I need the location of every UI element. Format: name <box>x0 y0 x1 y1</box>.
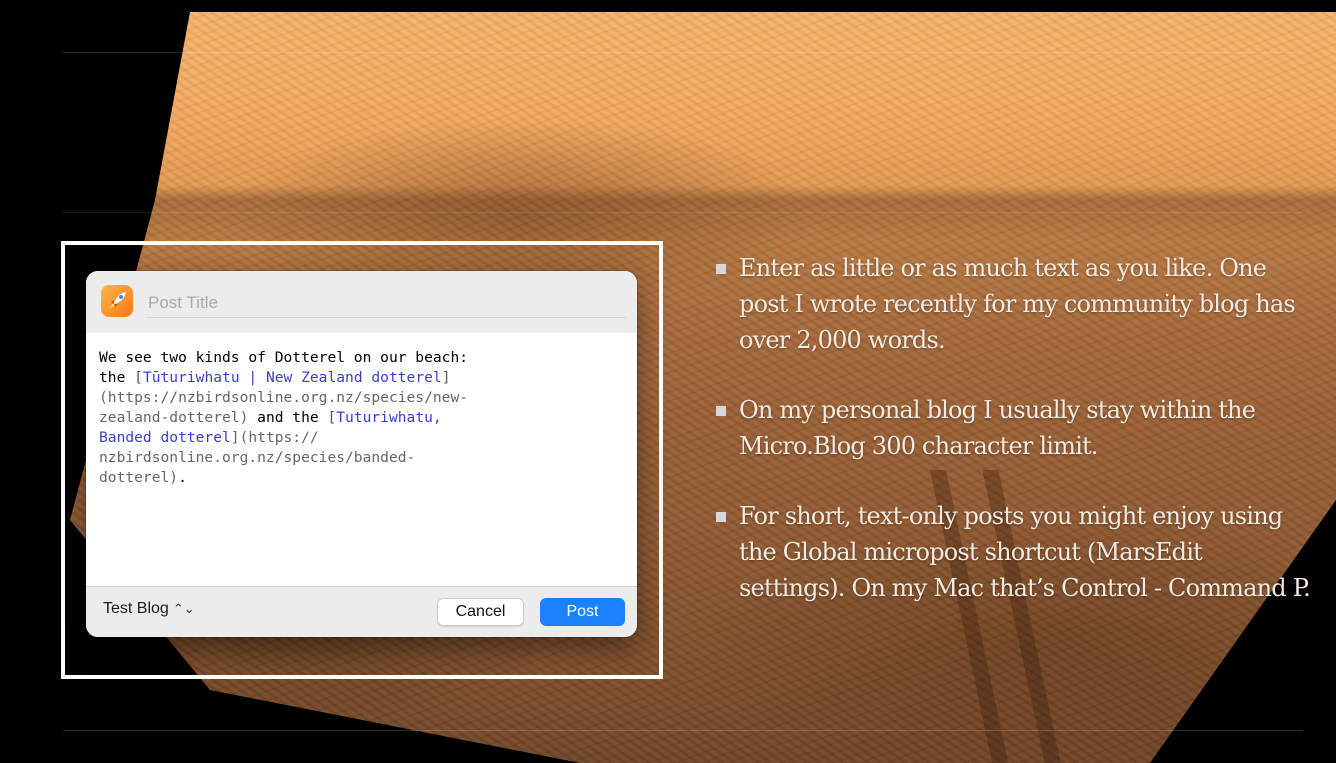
markdown-bracket: [ <box>134 369 143 386</box>
bullet-item: Enter as little or as much text as you l… <box>712 250 1312 358</box>
dialog-footer: Test Blog ⌃⌄ Cancel Post <box>86 586 637 637</box>
slide: We see two kinds of Dotterel on our beac… <box>0 0 1336 763</box>
bullet-item: For short, text-only posts you might enj… <box>712 498 1312 606</box>
bullet-item: On my personal blog I usually stay withi… <box>712 392 1312 464</box>
body-text: We see two kinds of Dotterel on our beac… <box>99 349 469 366</box>
dialog-header <box>86 271 637 333</box>
post-body-editor[interactable]: We see two kinds of Dotterel on our beac… <box>99 348 624 578</box>
link-url: dotterel) <box>99 469 179 486</box>
link-url: (https://nzbirdsonline.org.nz/species/ne… <box>99 389 469 406</box>
post-title-input[interactable] <box>146 289 626 318</box>
link-text: Tuturiwhatu, <box>336 409 442 426</box>
body-text: . <box>178 469 187 486</box>
rocket-icon <box>101 285 133 317</box>
markdown-bracket: [ <box>327 409 337 426</box>
link-url: ](https:// <box>230 429 319 446</box>
link-url: nzbirdsonline.org.nz/species/banded- <box>99 449 416 466</box>
top-divider <box>63 52 1303 53</box>
blog-selector[interactable]: Test Blog ⌃⌄ <box>103 600 195 618</box>
bottom-divider <box>63 730 1303 731</box>
bullet-list: Enter as little or as much text as you l… <box>712 250 1312 640</box>
link-text: Banded dotterel <box>99 429 231 446</box>
square-bullet-icon <box>716 406 726 416</box>
link-text: Tūturiwhatu | New Zealand dotterel <box>142 369 442 386</box>
horizon-divider <box>63 212 1303 213</box>
body-text: and the <box>248 409 328 426</box>
blog-selector-label: Test Blog <box>103 600 169 617</box>
cancel-button[interactable]: Cancel <box>437 598 524 626</box>
link-url: zealand-dotterel) <box>99 409 249 426</box>
post-button[interactable]: Post <box>540 598 625 626</box>
square-bullet-icon <box>716 264 726 274</box>
markdown-bracket: ] <box>441 369 451 386</box>
bullet-text: Enter as little or as much text as you l… <box>739 254 1296 354</box>
square-bullet-icon <box>716 512 726 522</box>
micropost-dialog: We see two kinds of Dotterel on our beac… <box>86 271 637 637</box>
up-down-chevron-icon: ⌃⌄ <box>172 601 195 616</box>
body-text: the <box>99 369 135 386</box>
bullet-text: On my personal blog I usually stay withi… <box>739 396 1256 460</box>
bullet-text: For short, text-only posts you might enj… <box>739 502 1311 602</box>
